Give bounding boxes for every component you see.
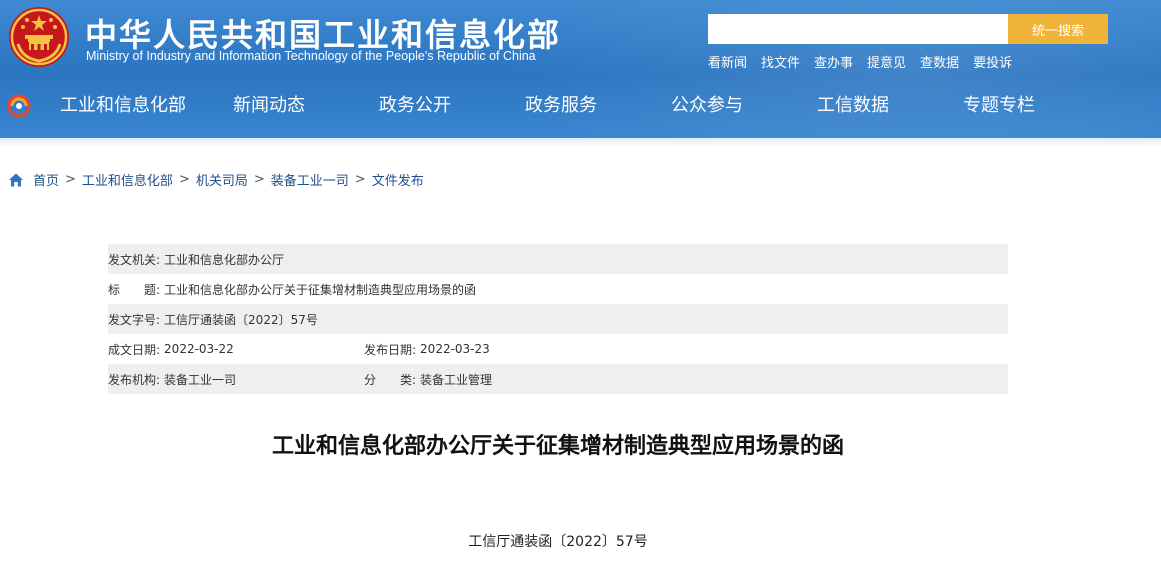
- document-info-table: 发文机关: 工业和信息化部办公厅 标 题: 工业和信息化部办公厅关于征集增材制造…: [108, 244, 1008, 394]
- issuer-label: 发文机关:: [108, 252, 161, 267]
- category-label: 分 类:: [364, 372, 417, 387]
- number-label: 发文字号:: [108, 312, 161, 327]
- search-button[interactable]: 统一搜索: [1008, 14, 1108, 44]
- nav-item-participation[interactable]: 公众参与: [634, 90, 780, 122]
- quick-link-services[interactable]: 查办事: [814, 52, 853, 71]
- category-value: 装备工业管理: [420, 372, 493, 387]
- number-value: 工信厅通装函〔2022〕57号: [164, 312, 318, 327]
- search-input[interactable]: [708, 14, 1008, 44]
- written-date-value: 2022-03-22: [164, 342, 234, 356]
- quick-links: 看新闻 找文件 查办事 提意见 查数据 要投诉: [708, 52, 1012, 71]
- home-icon[interactable]: [8, 172, 24, 188]
- breadcrumb: 首页 > 工业和信息化部 > 机关司局 > 装备工业一司 > 文件发布: [8, 170, 424, 189]
- site-header: 中华人民共和国工业和信息化部 Ministry of Industry and …: [0, 0, 1161, 138]
- site-title-en[interactable]: Ministry of Industry and Information Tec…: [86, 49, 536, 63]
- nav-item-topics[interactable]: 专题专栏: [926, 90, 1072, 122]
- org-value: 装备工业一司: [164, 372, 237, 387]
- breadcrumb-separator: >: [354, 172, 366, 187]
- quick-link-complaint[interactable]: 要投诉: [973, 52, 1012, 71]
- written-date-label: 成文日期:: [108, 342, 161, 357]
- org-label: 发布机构:: [108, 372, 161, 387]
- document-title: 工业和信息化部办公厅关于征集增材制造典型应用场景的函: [271, 434, 844, 459]
- header-band: [0, 138, 1161, 148]
- nav-item-public-affairs[interactable]: 政务公开: [342, 90, 488, 122]
- breadcrumb-equipment-dept[interactable]: 装备工业一司: [271, 170, 349, 189]
- quick-link-feedback[interactable]: 提意见: [867, 52, 906, 71]
- nav-item-data[interactable]: 工信数据: [780, 90, 926, 122]
- publish-date-value: 2022-03-23: [420, 342, 490, 356]
- document-number: 工信厅通装函〔2022〕57号: [468, 534, 648, 550]
- quick-link-files[interactable]: 找文件: [761, 52, 800, 71]
- breadcrumb-separator: >: [178, 172, 190, 187]
- title-value: 工业和信息化部办公厅关于征集增材制造典型应用场景的函: [164, 282, 477, 297]
- breadcrumb-ministry[interactable]: 工业和信息化部: [82, 170, 173, 189]
- breadcrumb-departments[interactable]: 机关司局: [196, 170, 248, 189]
- info-row-dates: 成文日期: 2022-03-22 发布日期: 2022-03-23: [108, 334, 1008, 364]
- title-label: 标 题:: [108, 282, 161, 297]
- info-row-org: 发布机构: 装备工业一司 分 类: 装备工业管理: [108, 364, 1008, 394]
- issuer-value: 工业和信息化部办公厅: [164, 252, 285, 267]
- nav-item-news[interactable]: 新闻动态: [196, 90, 342, 122]
- site-logo-icon[interactable]: [6, 93, 32, 119]
- nav-item-ministry[interactable]: 工业和信息化部: [50, 90, 196, 122]
- nav-item-services[interactable]: 政务服务: [488, 90, 634, 122]
- breadcrumb-separator: >: [253, 172, 265, 187]
- quick-link-data[interactable]: 查数据: [920, 52, 959, 71]
- info-row-title: 标 题: 工业和信息化部办公厅关于征集增材制造典型应用场景的函: [108, 274, 1008, 304]
- national-emblem-icon[interactable]: [8, 6, 70, 68]
- breadcrumb-separator: >: [65, 172, 76, 187]
- quick-link-news[interactable]: 看新闻: [708, 52, 747, 71]
- info-row-issuer: 发文机关: 工业和信息化部办公厅: [108, 244, 1008, 274]
- breadcrumb-home[interactable]: 首页: [33, 170, 59, 189]
- publish-date-label: 发布日期:: [364, 342, 417, 357]
- breadcrumb-documents[interactable]: 文件发布: [372, 170, 424, 189]
- main-nav: 工业和信息化部 新闻动态 政务公开 政务服务 公众参与 工信数据 专题专栏: [50, 90, 1072, 122]
- info-row-number: 发文字号: 工信厅通装函〔2022〕57号: [108, 304, 1008, 334]
